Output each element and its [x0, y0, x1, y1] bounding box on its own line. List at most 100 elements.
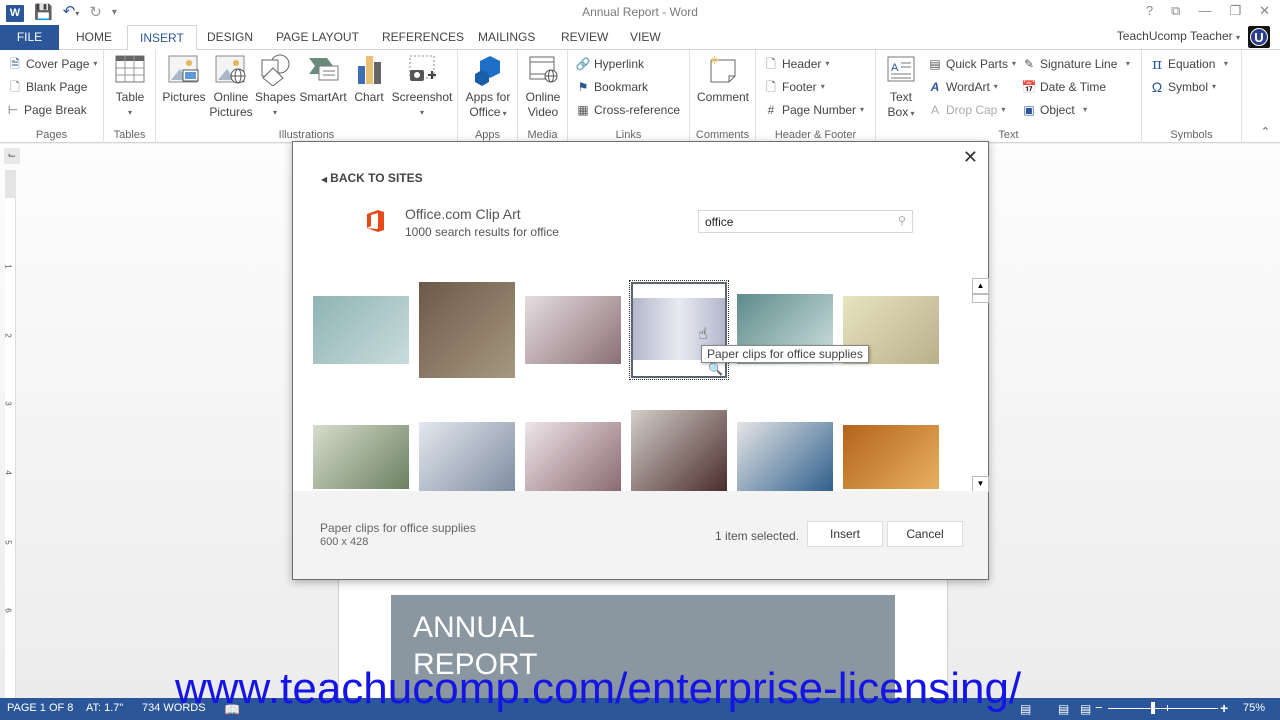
result-thumbnail-pen-stand[interactable]	[525, 296, 621, 364]
date-time-icon: 📅	[1021, 80, 1037, 94]
avatar[interactable]: U	[1248, 26, 1270, 48]
zoom-slider[interactable]	[1108, 708, 1218, 709]
hand-cursor-icon: ☝	[698, 326, 708, 343]
result-thumbnail-paper-clip[interactable]: 🔍	[629, 280, 729, 380]
tab-insert[interactable]: INSERT	[127, 25, 197, 51]
page-break-button[interactable]: ⊢ Page Break	[6, 100, 87, 120]
online-video-icon	[527, 54, 559, 86]
back-to-sites-link[interactable]: ◀ BACK TO SITES	[321, 171, 423, 185]
results-grid: 🔍	[313, 270, 968, 492]
bookmark-button[interactable]: ⚑ Bookmark	[576, 77, 648, 97]
group-label-pages: Pages	[35, 129, 68, 141]
minimize-icon[interactable]: —	[1198, 3, 1211, 19]
magnify-icon[interactable]: 🔍	[708, 362, 723, 376]
results-scrollbar[interactable]: ▲ ▼	[972, 278, 989, 492]
bookmark-icon: ⚑	[577, 80, 589, 94]
scroll-thumb[interactable]	[972, 294, 989, 303]
comment-button[interactable]: ✳ Comment	[694, 54, 752, 105]
result-thumbnail-scissors[interactable]	[419, 422, 515, 492]
search-input[interactable]	[705, 214, 885, 230]
read-mode-icon[interactable]: ▤	[1020, 702, 1031, 716]
online-pictures-icon	[215, 54, 247, 86]
page-number-button[interactable]: # Page Number ▾	[764, 100, 864, 120]
signature-line-button[interactable]: ✎ Signature Line ▾	[1022, 54, 1130, 74]
cover-page-icon: 🗎	[10, 57, 20, 71]
insert-button[interactable]: Insert	[807, 521, 883, 547]
group-label-comments: Comments	[695, 129, 750, 141]
wordart-button[interactable]: A WordArt ▾	[928, 77, 998, 97]
chart-icon	[353, 54, 385, 86]
symbol-button[interactable]: Ω Symbol ▾	[1150, 77, 1216, 97]
scroll-down-arrow[interactable]: ▼	[972, 476, 989, 492]
tab-home[interactable]: HOME	[64, 25, 124, 50]
tab-references[interactable]: REFERENCES	[370, 25, 476, 50]
tab-selector[interactable]: ⌙	[4, 148, 20, 164]
help-icon[interactable]: ?	[1146, 3, 1153, 19]
selected-item-size: 600 x 428	[320, 536, 369, 548]
ribbon-display-icon[interactable]: ⧉	[1171, 3, 1180, 19]
close-window-icon[interactable]: ✕	[1259, 3, 1270, 19]
cross-reference-button[interactable]: ▦ Cross-reference	[576, 100, 680, 120]
cross-reference-icon: ▦	[577, 103, 589, 117]
hyperlink-button[interactable]: 🔗 Hyperlink	[576, 54, 644, 74]
object-button[interactable]: ▣ Object ▾	[1022, 100, 1087, 120]
header-button[interactable]: 🗋 Header ▾	[764, 54, 829, 74]
table-button[interactable]: Table ▾	[112, 54, 148, 120]
user-account[interactable]: TeachUcomp Teacher ▾	[1117, 29, 1240, 43]
footer-button[interactable]: 🗋 Footer ▾	[764, 77, 825, 97]
zoom-slider-handle[interactable]	[1151, 702, 1155, 714]
result-thumbnail-binder-clip-green[interactable]	[313, 425, 409, 489]
result-thumbnail-abacus[interactable]	[843, 425, 939, 489]
search-icon[interactable]: ⚲	[898, 214, 906, 227]
blank-page-button[interactable]: 🗋 Blank Page	[8, 77, 87, 97]
page-indicator[interactable]: PAGE 1 OF 8	[7, 702, 73, 714]
office-logo-icon	[365, 209, 385, 233]
cancel-button[interactable]: Cancel	[887, 521, 963, 547]
search-box[interactable]: ⚲	[698, 210, 913, 233]
web-layout-icon[interactable]: ▤	[1080, 702, 1091, 716]
pictures-button[interactable]: Pictures	[161, 54, 207, 105]
print-layout-icon[interactable]: ▤	[1058, 702, 1069, 716]
result-thumbnail-paper-airplane[interactable]	[313, 296, 409, 364]
tab-review[interactable]: REVIEW	[549, 25, 620, 50]
close-dialog-icon[interactable]: ✕	[963, 147, 978, 168]
tab-view[interactable]: VIEW	[618, 25, 673, 50]
screenshot-button[interactable]: Screenshot ▾	[390, 54, 454, 120]
result-thumbnail-laptop[interactable]	[631, 410, 727, 492]
smartart-button[interactable]: SmartArt	[297, 54, 349, 105]
collapse-ribbon-icon[interactable]: ⌃	[1261, 125, 1270, 138]
cover-page-button[interactable]: 🗎 Cover Page ▾	[8, 54, 97, 74]
date-time-button[interactable]: 📅 Date & Time	[1021, 77, 1107, 97]
window-title: Annual Report - Word	[582, 5, 698, 19]
user-name: TeachUcomp Teacher	[1116, 29, 1233, 43]
restore-icon[interactable]: ❐	[1229, 3, 1241, 19]
back-arrow-icon: ◀	[321, 175, 328, 184]
result-thumbnail-caliper[interactable]	[525, 422, 621, 492]
zoom-level[interactable]: 75%	[1243, 702, 1265, 714]
table-icon	[114, 54, 146, 86]
online-video-button[interactable]: Online Video	[523, 54, 563, 120]
result-thumbnail-man-at-desk[interactable]	[419, 282, 515, 378]
title-bar: W 💾 ↶▾ ↻ ▾ Annual Report - Word ? ⧉ — ❐ …	[0, 0, 1280, 25]
tab-file[interactable]: FILE	[0, 25, 59, 50]
online-pictures-button[interactable]: Online Pictures	[209, 54, 253, 120]
group-label-media: Media	[527, 129, 558, 141]
shapes-button[interactable]: Shapes ▾	[255, 54, 296, 120]
group-label-header-footer: Header & Footer	[774, 129, 857, 141]
vertical-ruler: 1 2 3 4 5 6	[4, 170, 16, 698]
text-box-button[interactable]: A Text Box ▾	[882, 54, 920, 121]
tab-mailings[interactable]: MAILINGS	[466, 25, 547, 50]
group-label-links: Links	[615, 129, 642, 141]
zoom-in-button[interactable]: +	[1220, 700, 1228, 716]
tab-design[interactable]: DESIGN	[195, 25, 265, 50]
equation-button[interactable]: π Equation ▾	[1150, 54, 1228, 74]
chart-button[interactable]: Chart	[351, 54, 387, 105]
quick-parts-button[interactable]: ▤ Quick Parts ▾	[928, 54, 1016, 74]
result-thumbnail-person-at-office[interactable]	[737, 422, 833, 492]
source-title: Office.com Clip Art	[405, 206, 521, 222]
text-box-icon: A	[885, 54, 917, 86]
apps-for-office-button[interactable]: Apps for Office ▾	[462, 54, 514, 121]
scroll-up-arrow[interactable]: ▲	[972, 278, 989, 294]
zoom-out-button[interactable]: −	[1095, 700, 1103, 715]
tab-page-layout[interactable]: PAGE LAYOUT	[264, 25, 371, 50]
